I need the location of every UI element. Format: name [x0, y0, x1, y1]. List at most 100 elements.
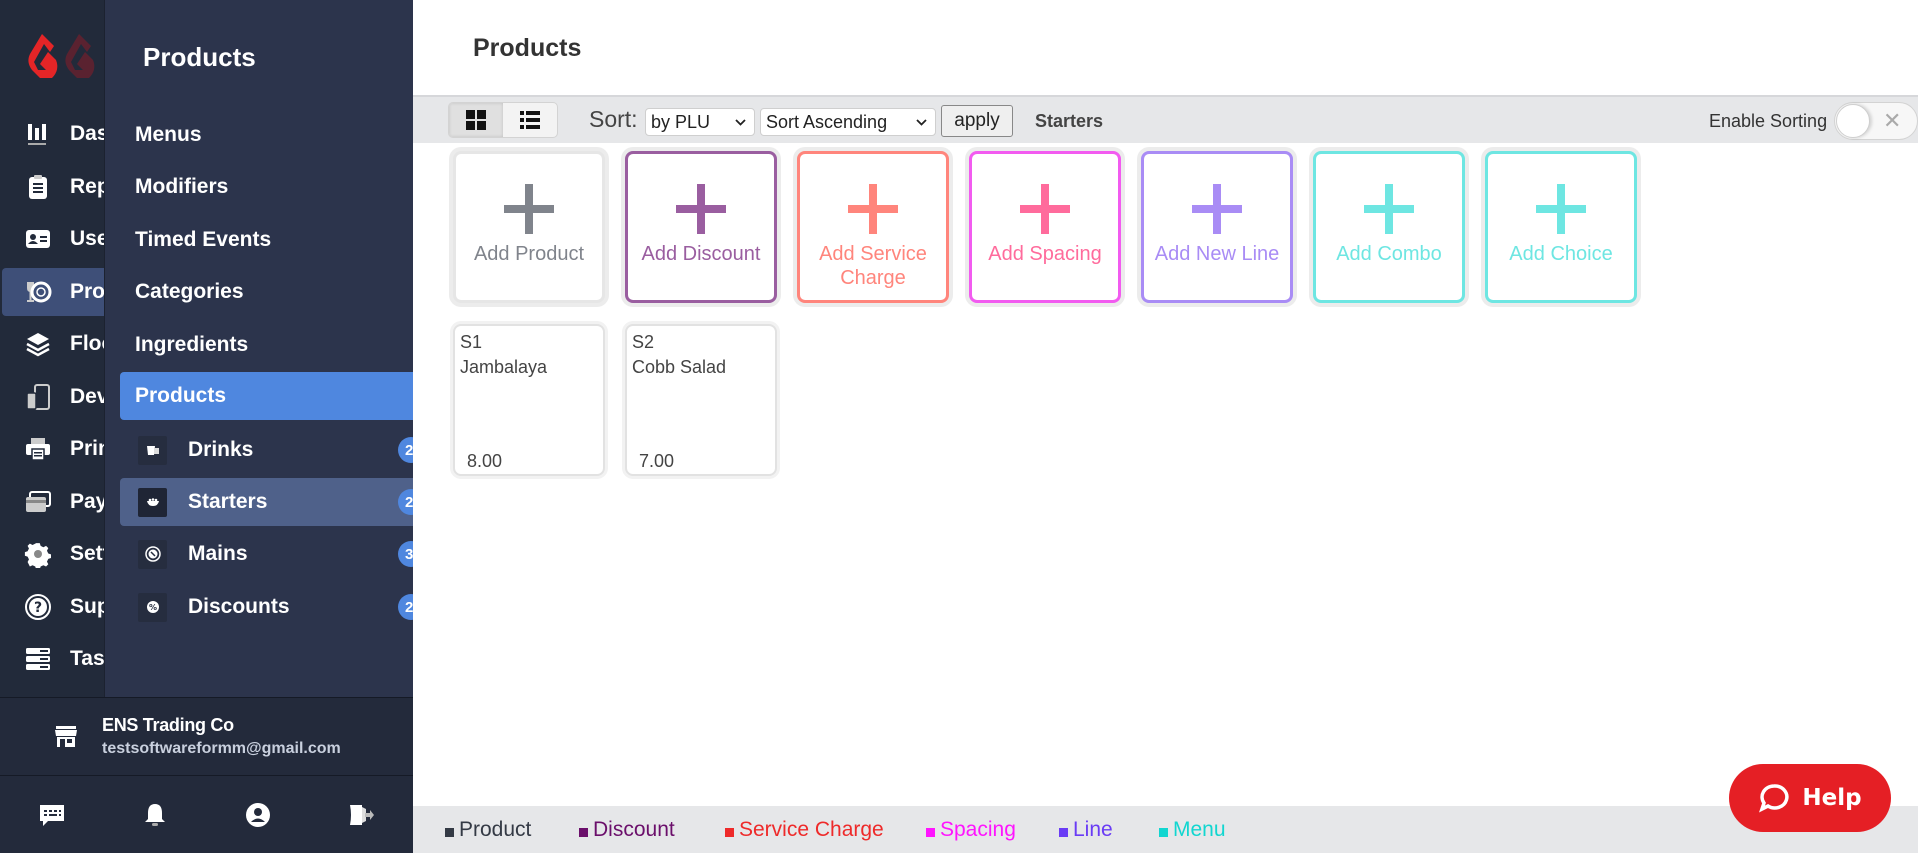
enable-sorting-toggle[interactable]: ✕: [1834, 102, 1918, 140]
nav-item-reports[interactable]: Reports: [2, 163, 104, 211]
bell-icon[interactable]: [140, 800, 170, 830]
add-product-card[interactable]: Add Product: [453, 151, 605, 303]
main-content: Products Sort: by PLU Sort Ascending app…: [413, 0, 1918, 853]
add-choice-card[interactable]: Add Choice: [1485, 151, 1637, 303]
subnav-item-products[interactable]: Products: [120, 372, 414, 420]
user-circle-icon[interactable]: [243, 800, 273, 830]
subnav-label: Products: [135, 384, 227, 407]
sort-by-value: by PLU: [651, 111, 711, 132]
nav-item-label: Settings: [70, 542, 104, 565]
plus-icon: [1020, 184, 1070, 234]
nav-item-products[interactable]: Products: [2, 268, 104, 316]
plate-icon: [138, 539, 167, 569]
subnav-label: Menus: [135, 123, 202, 146]
dining-icon: [24, 277, 52, 307]
subnav-item-timed-events[interactable]: Timed Events: [120, 216, 414, 264]
product-plu: S2: [632, 332, 655, 352]
app-root: Dashboard Reports Users Products Floors Devic…: [0, 0, 1918, 853]
products-toolbar: Sort: by PLU Sort Ascending apply Starte…: [413, 95, 1918, 143]
card-label: Add Product: [473, 243, 585, 265]
bottom-action-bar: [0, 776, 413, 853]
category-item-starters[interactable]: Starters 2: [120, 478, 424, 526]
product-card[interactable]: S2 Cobb Salad 7.00: [625, 324, 777, 476]
legend-item-discount: Discount: [579, 818, 675, 842]
add-combo-card[interactable]: Add Combo: [1313, 151, 1465, 303]
category-item-discounts[interactable]: % Discounts 2: [120, 583, 424, 631]
view-mode-toggle: [448, 102, 558, 138]
enable-sorting-label: Enable Sorting: [1709, 111, 1828, 131]
main-nav-rail: Dashboard Reports Users Products Floors Devic…: [0, 0, 104, 697]
account-name: ENS Trading Co: [102, 715, 234, 735]
list-view-button[interactable]: [503, 103, 557, 137]
bowl-icon: [138, 487, 167, 517]
brand-logo[interactable]: [26, 30, 100, 80]
lightspeed-flame-icon: [28, 34, 95, 78]
subnav-label: Timed Events: [135, 228, 272, 251]
nav-item-floors[interactable]: Floors: [2, 320, 104, 368]
nav-item-label: Support: [70, 595, 104, 618]
help-button[interactable]: Help: [1729, 764, 1891, 832]
credit-card-icon: [24, 487, 52, 517]
subnav-item-menus[interactable]: Menus: [120, 111, 414, 159]
legend-item-product: Product: [445, 818, 531, 842]
plus-icon: [1364, 184, 1414, 234]
color-legend: Product Discount Service Charge Spacing …: [413, 806, 1918, 853]
current-category-label: Starters: [1035, 111, 1104, 131]
products-subpanel: Products Menus Modifiers Timed Events Ca…: [104, 0, 424, 697]
grid-view-button[interactable]: [449, 103, 503, 137]
help-label: Help: [1802, 785, 1862, 811]
legend-item-spacing: Spacing: [926, 818, 1016, 842]
account-info[interactable]: ENS Trading Co testsoftwareformm@gmail.c…: [0, 697, 413, 776]
legend-item-menu: Menu: [1159, 818, 1226, 842]
add-discount-card[interactable]: Add Discount: [625, 151, 777, 303]
product-name: Jambalaya: [460, 357, 548, 377]
add-new-line-card[interactable]: Add New Line: [1141, 151, 1293, 303]
page-title: Products: [473, 34, 582, 62]
nav-item-dashboard[interactable]: Dashboard: [2, 110, 104, 158]
legend-swatch: [579, 827, 588, 837]
nav-item-label: Dashboard: [70, 122, 104, 145]
nav-item-tasks[interactable]: Tasks: [2, 635, 104, 683]
add-spacing-card[interactable]: Add Spacing: [969, 151, 1121, 303]
nav-item-devices[interactable]: Devices: [2, 373, 104, 421]
nav-item-settings[interactable]: Settings: [2, 530, 104, 578]
category-label: Mains: [188, 542, 248, 565]
nav-item-users[interactable]: Users: [2, 215, 104, 263]
sort-order-select[interactable]: Sort Ascending: [760, 108, 936, 136]
subnav-label: Ingredients: [135, 333, 249, 356]
plus-icon: [676, 184, 726, 234]
chat-icon[interactable]: [37, 800, 67, 830]
subnav-item-ingredients[interactable]: Ingredients: [120, 321, 414, 369]
nav-item-support[interactable]: ? Support: [2, 583, 104, 631]
subnav-item-categories[interactable]: Categories: [120, 268, 414, 316]
store-icon: [55, 726, 77, 747]
nav-item-label: Tasks: [70, 647, 104, 670]
legend-swatch: [926, 827, 935, 837]
category-label: Starters: [188, 490, 268, 513]
nav-item-printers[interactable]: Printers: [2, 425, 104, 473]
product-card[interactable]: S1 Jambalaya 8.00: [453, 324, 605, 476]
sort-by-select[interactable]: by PLU: [645, 108, 755, 136]
legend-swatch: [725, 827, 734, 837]
legend-swatch: [1159, 827, 1168, 837]
drinks-icon: [138, 435, 167, 465]
product-price: 7.00: [639, 451, 675, 471]
subnav-item-modifiers[interactable]: Modifiers: [120, 163, 414, 211]
nav-item-label: Products: [70, 280, 104, 303]
add-service-charge-card[interactable]: Add Service Charge: [797, 151, 949, 303]
logout-icon[interactable]: [346, 800, 376, 830]
bar-chart-icon: [24, 119, 52, 149]
product-price: 8.00: [467, 451, 503, 471]
card-label: Add Combo: [1336, 243, 1442, 265]
category-item-mains[interactable]: Mains 3: [120, 530, 424, 578]
account-email: testsoftwareformm@gmail.com: [102, 740, 341, 757]
nav-item-payments[interactable]: Payments: [2, 478, 104, 526]
tasks-icon: [24, 644, 52, 674]
card-label: Add Discount: [641, 243, 761, 265]
chevron-down-icon: [735, 119, 746, 126]
category-item-drinks[interactable]: Drinks 2: [120, 426, 424, 474]
plus-icon: [504, 184, 554, 234]
nav-item-label: Reports: [70, 175, 104, 198]
apply-sort-button[interactable]: apply: [941, 105, 1013, 137]
close-icon: ✕: [1883, 108, 1902, 133]
